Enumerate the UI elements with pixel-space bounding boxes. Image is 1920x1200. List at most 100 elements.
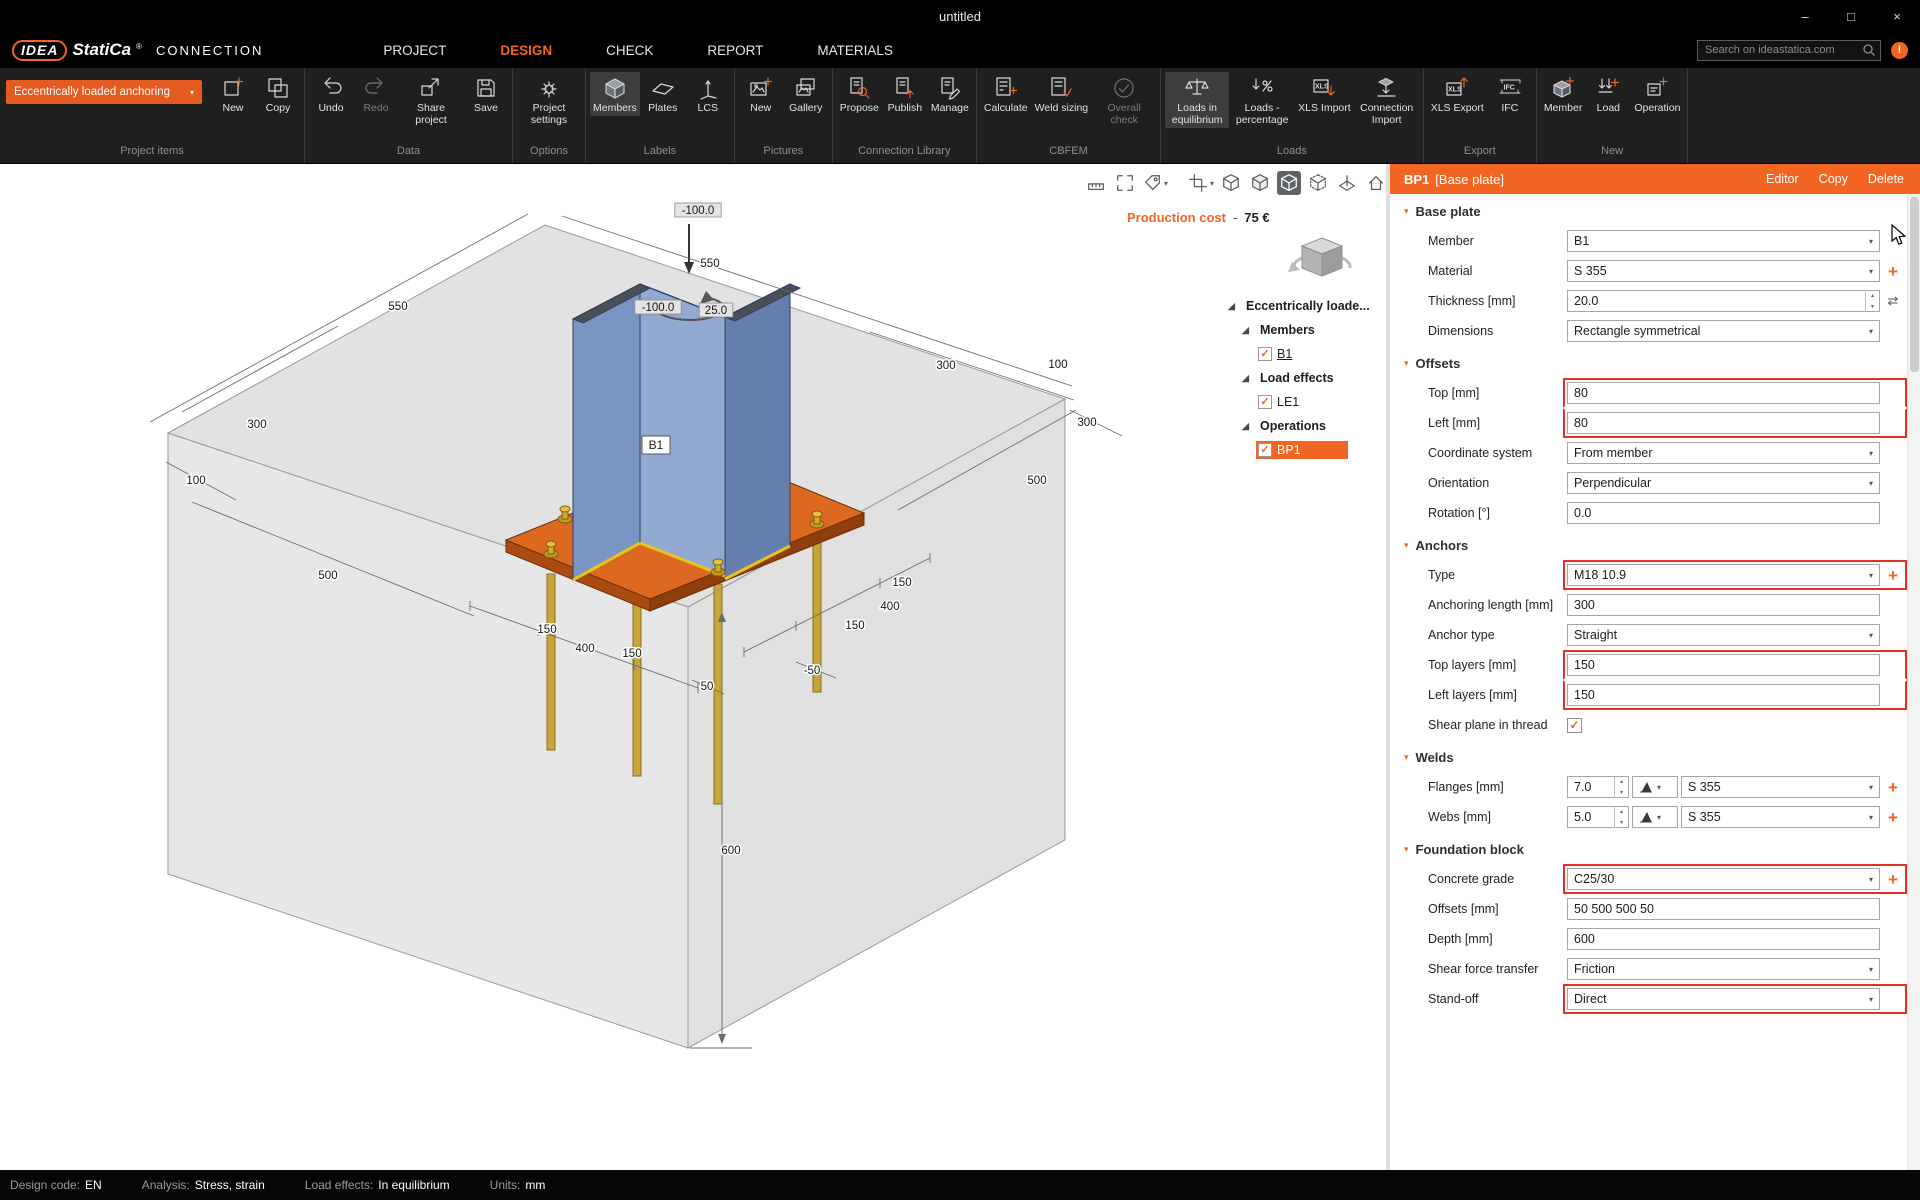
dropdown-select[interactable]: Perpendicular▾: [1567, 472, 1880, 494]
tree-item-members[interactable]: ◢Members: [1228, 318, 1380, 342]
tree-checkbox[interactable]: ✓: [1258, 395, 1272, 409]
ribbon-button-project-settings[interactable]: Project settings: [517, 72, 581, 128]
ribbon-button-members[interactable]: Members: [590, 72, 640, 116]
dropdown-select[interactable]: C25/30▾: [1567, 868, 1880, 890]
weld-type-dropdown[interactable]: ▾: [1632, 776, 1678, 798]
connection-preset-dropdown[interactable]: Eccentrically loaded anchoring▾: [6, 80, 202, 104]
text-input[interactable]: 80: [1567, 412, 1880, 434]
zoom-fit-button[interactable]: [1113, 171, 1137, 195]
menu-tab-design[interactable]: DESIGN: [500, 43, 552, 58]
shaded-view-button[interactable]: [1277, 171, 1301, 195]
section-header-foundation-block[interactable]: ▾Foundation block: [1390, 834, 1907, 864]
text-input[interactable]: 600: [1567, 928, 1880, 950]
menu-tab-project[interactable]: PROJECT: [383, 43, 446, 58]
spinner-up-icon[interactable]: ▴: [1866, 290, 1879, 301]
ribbon-button-publish[interactable]: Publish: [883, 72, 927, 116]
tree-item-bp1[interactable]: ✓BP1: [1228, 438, 1380, 462]
ribbon-button-save[interactable]: Save: [464, 72, 508, 116]
add-button[interactable]: +: [1888, 779, 1898, 796]
3d-viewport[interactable]: B1 -100.0550550-100.025.0300100300300100…: [0, 164, 1386, 1170]
collapse-chevron-icon[interactable]: ▾: [1404, 752, 1409, 763]
tree-expander-icon[interactable]: ◢: [1242, 373, 1253, 384]
tree-checkbox[interactable]: ✓: [1258, 443, 1272, 457]
checkbox-checked[interactable]: ✓: [1567, 718, 1582, 733]
spinner-buttons[interactable]: ▴▾: [1614, 776, 1628, 798]
text-input[interactable]: 0.0: [1567, 502, 1880, 524]
section-header-offsets[interactable]: ▾Offsets: [1390, 348, 1907, 378]
collapse-chevron-icon[interactable]: ▾: [1404, 844, 1409, 855]
ribbon-button-weld-sizing[interactable]: Weld sizing: [1032, 72, 1092, 116]
tree-item-b1[interactable]: ✓B1: [1228, 342, 1380, 366]
spinner-up-icon[interactable]: ▴: [1615, 776, 1628, 787]
ribbon-button-plates[interactable]: Plates: [641, 72, 685, 116]
tree-item-eccentrically-loade[interactable]: ◢Eccentrically loade...: [1228, 294, 1380, 318]
text-input[interactable]: 150: [1567, 684, 1880, 706]
dropdown-select[interactable]: Friction▾: [1567, 958, 1880, 980]
navigation-cube[interactable]: [1284, 222, 1360, 299]
tree-expander-icon[interactable]: ◢: [1242, 325, 1253, 336]
ribbon-button-gallery[interactable]: Gallery: [784, 72, 828, 116]
close-button[interactable]: ×: [1874, 0, 1920, 32]
ribbon-button-ifc[interactable]: IFCIFC: [1488, 72, 1532, 116]
add-button[interactable]: +: [1888, 809, 1898, 826]
maximize-button[interactable]: □: [1828, 0, 1874, 32]
member-tag[interactable]: B1: [642, 436, 670, 454]
section-header-welds[interactable]: ▾Welds: [1390, 742, 1907, 772]
ribbon-button-propose[interactable]: Propose: [837, 72, 882, 116]
text-input[interactable]: 80: [1567, 382, 1880, 404]
menu-tab-check[interactable]: CHECK: [606, 43, 653, 58]
text-input[interactable]: 50 500 500 50: [1567, 898, 1880, 920]
dropdown-select[interactable]: Straight▾: [1567, 624, 1880, 646]
weld-type-dropdown[interactable]: ▾: [1632, 806, 1678, 828]
add-button[interactable]: +: [1888, 871, 1898, 888]
tree-checkbox[interactable]: ✓: [1258, 347, 1272, 361]
number-spinner[interactable]: 5.0▴▾: [1567, 806, 1629, 828]
spinner-down-icon[interactable]: ▾: [1615, 817, 1628, 828]
spinner-down-icon[interactable]: ▾: [1866, 301, 1879, 312]
ribbon-button-share-project[interactable]: Share project: [399, 72, 463, 128]
spinner-down-icon[interactable]: ▾: [1615, 787, 1628, 798]
ribbon-button-undo[interactable]: Undo: [309, 72, 353, 116]
ribbon-button-new[interactable]: New: [211, 72, 255, 116]
labels-dropdown-button[interactable]: ▾: [1142, 171, 1168, 195]
dropdown-select[interactable]: S 355▾: [1681, 806, 1880, 828]
number-spinner[interactable]: 20.0▴▾: [1567, 290, 1880, 312]
home-view-button[interactable]: [1364, 171, 1386, 195]
wireframe-view-button[interactable]: [1219, 171, 1243, 195]
ribbon-button-loads-in-equilibrium[interactable]: Loads in equilibrium: [1165, 72, 1229, 128]
workplane-button[interactable]: [1335, 171, 1359, 195]
3d-scene-canvas[interactable]: B1 -100.0550550-100.025.0300100300300100…: [0, 164, 1386, 1170]
collapse-chevron-icon[interactable]: ▾: [1404, 206, 1409, 217]
dropdown-select[interactable]: M18 10.9▾: [1567, 564, 1880, 586]
header-action-delete[interactable]: Delete: [1868, 172, 1904, 186]
dimensions-toggle-button[interactable]: [1084, 171, 1108, 195]
tree-item-le1[interactable]: ✓LE1: [1228, 390, 1380, 414]
ribbon-button-calculate[interactable]: Calculate: [981, 72, 1031, 116]
clipping-dropdown-button[interactable]: ▾: [1188, 171, 1214, 195]
ribbon-button-operation[interactable]: Operation: [1631, 72, 1683, 116]
spinner-up-icon[interactable]: ▴: [1615, 806, 1628, 817]
scrollbar-thumb[interactable]: [1910, 197, 1919, 372]
tree-expander-icon[interactable]: ◢: [1242, 421, 1253, 432]
spinner-buttons[interactable]: ▴▾: [1614, 806, 1628, 828]
ribbon-button-load[interactable]: Load: [1586, 72, 1630, 116]
transparent-view-button[interactable]: [1306, 171, 1330, 195]
hidden-line-view-button[interactable]: [1248, 171, 1272, 195]
collapse-chevron-icon[interactable]: ▾: [1404, 540, 1409, 551]
ribbon-button-lcs[interactable]: LCS: [686, 72, 730, 116]
ribbon-button-loads-percentage[interactable]: Loads - percentage: [1230, 72, 1294, 128]
ribbon-button-manage[interactable]: Manage: [928, 72, 972, 116]
swap-direction-button[interactable]: ⇄: [1888, 293, 1899, 309]
number-spinner[interactable]: 7.0▴▾: [1567, 776, 1629, 798]
dropdown-select[interactable]: S 355▾: [1567, 260, 1880, 282]
tree-item-operations[interactable]: ◢Operations: [1228, 414, 1380, 438]
ribbon-button-member[interactable]: Member: [1541, 72, 1586, 116]
info-icon[interactable]: !: [1891, 42, 1908, 59]
add-button[interactable]: +: [1888, 567, 1898, 584]
column-member[interactable]: [573, 284, 800, 580]
header-action-copy[interactable]: Copy: [1819, 172, 1848, 186]
dropdown-select[interactable]: From member▾: [1567, 442, 1880, 464]
section-header-base-plate[interactable]: ▾Base plate: [1390, 196, 1907, 226]
ribbon-button-new[interactable]: New: [739, 72, 783, 116]
dropdown-select[interactable]: Direct▾: [1567, 988, 1880, 1010]
